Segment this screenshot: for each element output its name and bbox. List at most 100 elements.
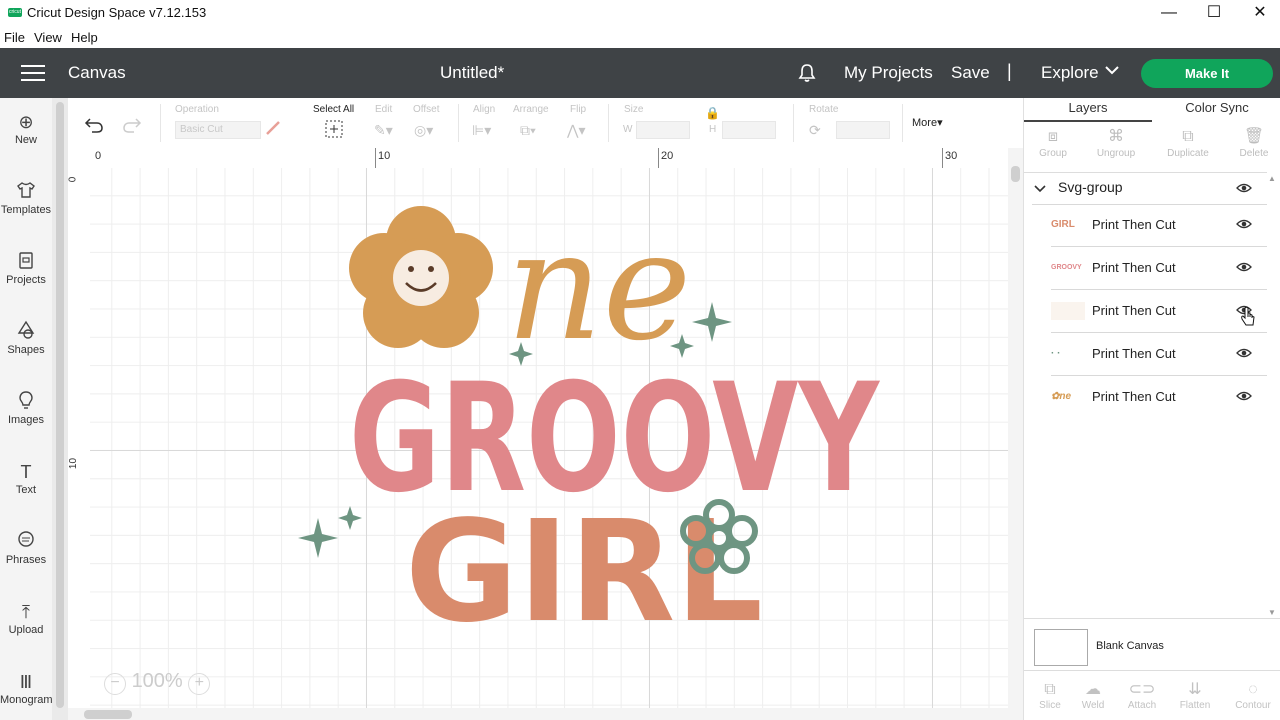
clipboard-icon [0, 250, 52, 274]
ruler-tick: 10 [378, 150, 391, 162]
panel-scroll-up-icon[interactable]: ▲ [1268, 174, 1276, 183]
rail-phrases[interactable]: Phrases [0, 530, 52, 566]
rotate-label: Rotate [809, 104, 839, 115]
edit-label: Edit [375, 104, 393, 115]
undo-icon[interactable] [84, 115, 104, 133]
more-menu[interactable]: More▾ [912, 116, 943, 129]
group-button[interactable]: ⧈ Group [1027, 126, 1079, 159]
rail-images[interactable]: Images [0, 390, 52, 426]
select-all-label[interactable]: Select All [313, 104, 354, 115]
flatten-button[interactable]: ⇊ Flatten [1169, 680, 1221, 711]
rail-label: Shapes [7, 344, 45, 356]
design-canvas[interactable]: ne GROOVY GIRL [90, 168, 1008, 708]
layer-row[interactable]: Print Then Cut [1051, 290, 1267, 333]
tab-layers[interactable]: Layers [1024, 98, 1152, 122]
flip-icon[interactable]: ⋀▾ [567, 122, 586, 139]
edit-pen-icon[interactable]: ✎▾ [374, 122, 393, 139]
contour-icon: ◌ [1248, 681, 1258, 698]
close-window-button[interactable]: ✕ [1237, 2, 1280, 24]
zoom-out-button[interactable]: − [104, 673, 126, 695]
layer-group-row[interactable]: Svg-group [1032, 176, 1267, 205]
select-all-icon[interactable] [325, 120, 343, 138]
weld-button[interactable]: ☁ Weld [1067, 680, 1119, 711]
rail-shapes[interactable]: Shapes [0, 320, 52, 356]
maximize-button[interactable]: ☐ [1191, 2, 1237, 24]
menu-file[interactable]: File [4, 30, 25, 45]
minimize-button[interactable]: — [1146, 2, 1192, 24]
rail-new[interactable]: ⊕ New [0, 110, 52, 146]
rail-projects[interactable]: Projects [0, 250, 52, 286]
rotate-input[interactable] [836, 121, 890, 139]
my-projects-link[interactable]: My Projects [844, 63, 933, 83]
rail-monogram[interactable]: Ⅲ Monogram [0, 670, 53, 706]
bell-icon[interactable] [796, 62, 818, 84]
attach-button[interactable]: ⊂⊃ Attach [1116, 680, 1168, 711]
layers-panel: Layers Color Sync ⧈ Group ⌘ Ungroup ⧉ Dupli… [1023, 98, 1280, 720]
eye-icon[interactable] [1236, 218, 1252, 230]
upload-icon: ⤒ [22, 602, 30, 622]
edit-toolbar: Operation Basic Cut Select All Edit ✎▾ O… [68, 98, 1023, 149]
ungroup-button[interactable]: ⌘ Ungroup [1090, 126, 1142, 159]
left-rail-scrollbar[interactable] [52, 98, 68, 720]
rotate-icon[interactable]: ⟳ [809, 122, 821, 139]
flip-label: Flip [570, 104, 587, 115]
layer-row[interactable]: GROOVY Print Then Cut [1051, 247, 1267, 290]
eye-icon[interactable] [1236, 261, 1252, 273]
sparkle-shape[interactable] [692, 302, 732, 342]
duplicate-button[interactable]: ⧉ Duplicate [1162, 126, 1214, 159]
layer-row[interactable]: · · Print Then Cut [1051, 333, 1267, 376]
contour-button[interactable]: ◌ Contour [1227, 680, 1279, 711]
save-button[interactable]: Save [951, 63, 990, 83]
width-input[interactable] [636, 121, 690, 139]
menu-view[interactable]: View [34, 30, 62, 45]
pen-color-icon[interactable] [264, 120, 284, 136]
rail-text[interactable]: T Text [0, 460, 52, 496]
eye-icon[interactable] [1236, 390, 1252, 402]
redo-icon[interactable] [122, 115, 142, 133]
sparkle-shape[interactable] [298, 518, 338, 558]
panel-scroll-down-icon[interactable]: ▼ [1268, 608, 1276, 617]
hamburger-menu-icon[interactable] [21, 65, 45, 81]
tab-color-sync[interactable]: Color Sync [1153, 98, 1280, 120]
rail-upload[interactable]: ⤒ Upload [0, 600, 52, 636]
canvas-vertical-scrollbar[interactable] [1008, 148, 1023, 708]
scroll-thumb[interactable] [56, 102, 64, 708]
chevron-down-icon[interactable] [1104, 64, 1120, 76]
eye-icon[interactable] [1236, 182, 1252, 194]
speech-bubble-icon [0, 530, 52, 554]
group-icon: ⧈ [1047, 128, 1059, 145]
groovy-girl-artwork[interactable]: ne GROOVY GIRL [90, 168, 1008, 708]
duplicate-icon: ⧉ [1182, 128, 1194, 145]
document-title[interactable]: Untitled* [440, 63, 504, 83]
explore-menu[interactable]: Explore [1041, 63, 1099, 83]
align-icon[interactable]: ⊫▾ [472, 122, 491, 139]
lock-icon[interactable]: 🔒 [705, 106, 720, 120]
arrange-icon[interactable]: ⧉▾ [520, 122, 536, 139]
operation-select[interactable]: Basic Cut [175, 121, 261, 139]
window-title: Cricut Design Space v7.12.153 [27, 5, 207, 20]
zoom-control: − 100% + [104, 670, 218, 695]
left-tool-rail: ⊕ New Templates Projects Shapes Images T… [0, 98, 53, 720]
rail-label: Monogram [0, 694, 53, 706]
width-label: W [623, 124, 633, 135]
eye-icon[interactable] [1236, 347, 1252, 359]
chevron-down-icon[interactable] [1034, 184, 1046, 194]
zoom-in-button[interactable]: + [188, 673, 211, 695]
trash-icon: 🗑 [1243, 128, 1265, 145]
offset-icon[interactable]: ◎▾ [414, 122, 433, 139]
layer-row[interactable]: GIRL Print Then Cut [1051, 204, 1267, 247]
scroll-thumb[interactable] [84, 710, 132, 719]
canvas-horizontal-scrollbar[interactable] [68, 708, 1023, 720]
rail-templates[interactable]: Templates [0, 180, 52, 216]
scroll-thumb[interactable] [1011, 166, 1020, 182]
smiley-flower[interactable] [349, 206, 493, 348]
delete-button[interactable]: 🗑 Delete [1228, 126, 1280, 159]
blank-canvas-swatch[interactable] [1034, 629, 1088, 666]
script-ne-text[interactable]: ne [506, 200, 691, 374]
height-input[interactable] [722, 121, 776, 139]
zoom-level: 100% [131, 670, 183, 692]
menu-help[interactable]: Help [71, 30, 98, 45]
layer-row[interactable]: ✿ne Print Then Cut [1051, 376, 1267, 418]
section-title: Canvas [68, 63, 126, 82]
make-it-button[interactable]: Make It [1141, 59, 1273, 88]
